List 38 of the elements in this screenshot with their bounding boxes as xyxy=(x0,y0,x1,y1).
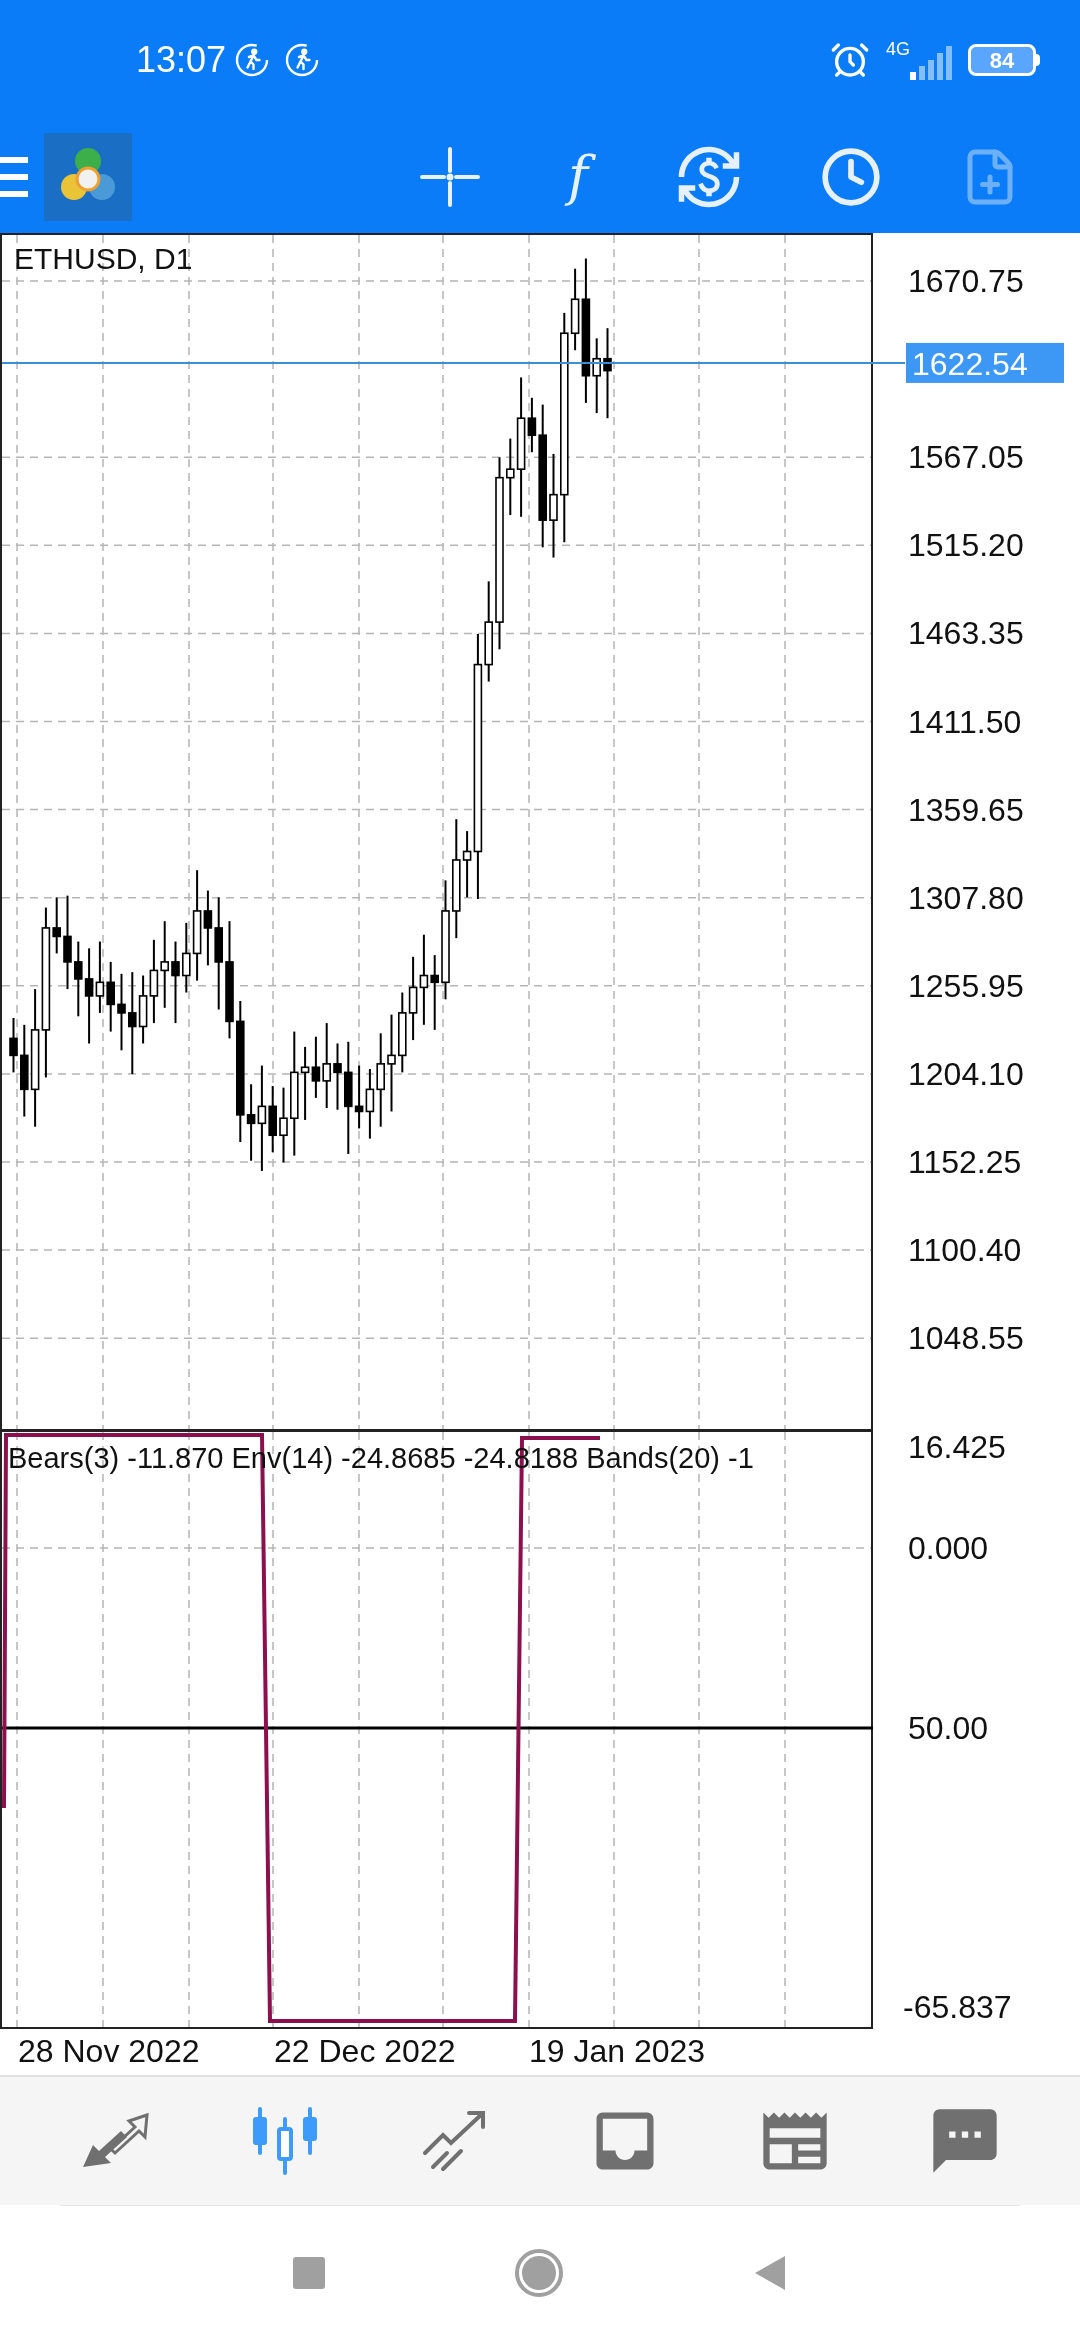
price-label: 1463.35 xyxy=(908,615,1024,652)
price-label: 1567.05 xyxy=(908,439,1024,476)
back-button[interactable] xyxy=(753,2254,787,2292)
price-label: 1670.75 xyxy=(908,263,1024,299)
price-label: 1515.20 xyxy=(908,527,1024,564)
indicator-value-label: 16.425 xyxy=(908,1430,1006,1465)
indicators-button[interactable]: f xyxy=(558,140,598,213)
candle xyxy=(333,1042,342,1111)
symbol-label: ETHUSD, D1 xyxy=(14,242,193,275)
price-label: 1255.95 xyxy=(908,967,1024,1004)
price-label: 1152.25 xyxy=(908,1144,1022,1180)
date-label: 22 Dec 2022 xyxy=(274,2032,456,2071)
signal-icon xyxy=(910,44,952,80)
crosshair-icon[interactable] xyxy=(420,146,480,207)
price-label: 1411.50 xyxy=(908,703,1022,740)
price-label: 1204.10 xyxy=(908,1055,1024,1092)
running-icon xyxy=(234,42,271,78)
battery-indicator: 84 xyxy=(968,44,1040,76)
network-type: 4G xyxy=(886,40,910,58)
indicator-value-label: -65.837 xyxy=(903,1989,1012,2025)
date-label: 19 Jan 2023 xyxy=(529,2032,706,2071)
price-label: 1307.80 xyxy=(908,879,1024,916)
app-logo-icon[interactable] xyxy=(44,132,132,221)
price-label: 1048.55 xyxy=(908,1320,1024,1357)
menu-icon[interactable] xyxy=(0,154,28,199)
indicator-value-label: 0.000 xyxy=(908,1530,989,1566)
alarm-icon xyxy=(830,40,870,80)
price-label: 1359.65 xyxy=(908,791,1024,828)
home-button[interactable] xyxy=(515,2249,563,2297)
date-label: 28 Nov 2022 xyxy=(18,2032,200,2071)
clock-icon[interactable] xyxy=(820,145,882,208)
clock-time: 13:07 xyxy=(136,38,227,82)
current-price-tag: 1622.54 xyxy=(906,342,1064,383)
price-label: 1100.40 xyxy=(908,1232,1022,1269)
indicator-value-label: 50.00 xyxy=(908,1710,989,1746)
candle xyxy=(9,1017,18,1074)
candle xyxy=(311,1035,321,1099)
running-icon xyxy=(284,42,321,78)
